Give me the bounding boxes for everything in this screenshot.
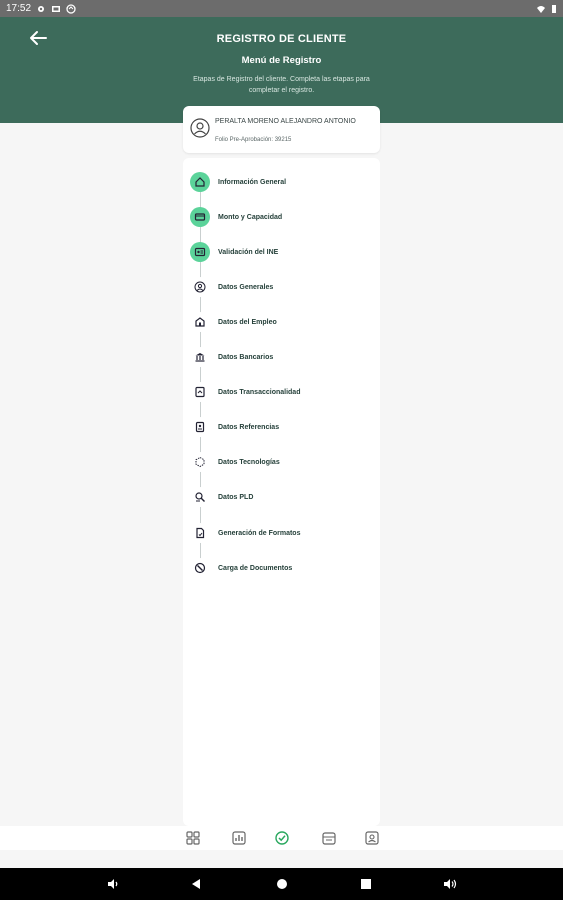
step-datos-empleo[interactable]: Datos del Empleo [190,311,375,333]
battery-icon [552,4,556,13]
user-avatar-icon [190,118,210,138]
step-monto-capacidad[interactable]: Monto y Capacidad [190,206,375,228]
step-generacion-formatos[interactable]: Generación de Formatos [190,522,375,544]
report-icon[interactable] [231,830,247,846]
pld-icon [190,487,210,507]
page-description: Etapas de Registro del cliente. Completa… [193,76,370,94]
page-title: REGISTRO DE CLIENTE [216,33,347,45]
step-datos-referencias[interactable]: Datos Referencias [190,416,375,438]
client-card: PERALTA MORENO ALEJANDRO ANTONIO Folio P… [183,106,380,153]
step-label: Validación del INE [218,248,279,256]
image-icon [52,5,61,12]
transaction-icon [190,382,210,402]
office-icon [190,312,210,332]
step-datos-generales[interactable]: Datos Generales [190,276,375,298]
page-subtitle: Menú de Registro [241,55,322,66]
step-label: Generación de Formatos [218,529,301,537]
step-label: Carga de Documentos [218,564,293,572]
step-validacion-ine[interactable]: Validación del INE [190,241,375,263]
bank-icon [190,347,210,367]
volume-up-icon[interactable] [442,876,458,892]
card-icon [190,207,210,227]
bottom-navigation [0,826,563,850]
status-bar: 17:52 [0,0,563,17]
step-label: Datos Referencias [218,423,280,431]
step-carga-documentos[interactable]: Carga de Documentos [190,557,375,579]
step-label: Datos PLD [218,493,254,501]
step-label: Datos Transaccionalidad [218,388,301,396]
step-label: Datos Tecnologías [218,458,280,466]
step-label: Monto y Capacidad [218,213,283,221]
calendar-icon[interactable] [321,830,337,846]
status-time: 17:52 [6,3,32,14]
step-label: Datos del Empleo [218,318,277,326]
check-active-icon[interactable] [274,830,290,846]
house-icon [190,172,210,192]
client-folio: Folio Pre-Aprobación: 39215 [215,137,292,143]
step-informacion-general[interactable]: Información General [190,171,375,193]
client-name: PERALTA MORENO ALEJANDRO ANTONIO [215,118,356,125]
reference-icon [190,417,210,437]
contacts-icon[interactable] [364,830,380,846]
back-triangle-icon[interactable] [188,876,204,892]
recents-square-icon[interactable] [358,876,374,892]
volume-down-icon[interactable] [105,876,121,892]
system-navigation-bar [0,868,563,900]
step-label: Datos Bancarios [218,353,274,361]
step-datos-pld[interactable]: Datos PLD [190,486,375,508]
upload-icon [190,558,210,578]
wifi-icon [537,5,545,13]
home-circle-icon[interactable] [274,876,290,892]
step-datos-transaccionalidad[interactable]: Datos Transaccionalidad [190,381,375,403]
step-label: Información General [218,178,287,186]
person-icon [190,277,210,297]
sync-icon [66,3,76,14]
step-datos-bancarios[interactable]: Datos Bancarios [190,346,375,368]
technology-icon [190,452,210,472]
gear-icon [38,5,45,12]
document-icon [190,523,210,543]
grid-icon[interactable] [185,830,201,846]
id-card-icon [190,242,210,262]
step-label: Datos Generales [218,283,274,291]
step-datos-tecnologias[interactable]: Datos Tecnologías [190,451,375,473]
